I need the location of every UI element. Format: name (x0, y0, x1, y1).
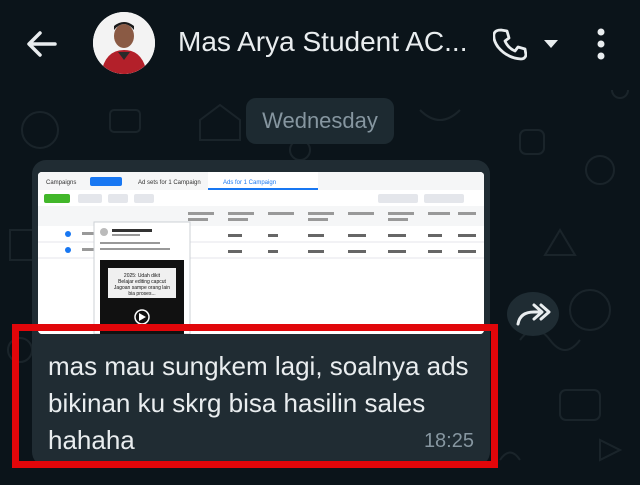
chat-header: Mas Arya Student AC... (0, 0, 640, 88)
avatar-image (93, 12, 155, 74)
day-separator: Wednesday (246, 98, 394, 144)
caret-down-icon (544, 40, 558, 48)
media-tab-adsets: Ad sets for 1 Campaign (138, 180, 201, 186)
media-tab-campaigns: Campaigns (46, 180, 76, 186)
call-options-dropdown[interactable] (540, 34, 562, 54)
contact-avatar[interactable] (93, 12, 155, 74)
arrow-left-icon (27, 31, 57, 57)
forward-icon (516, 303, 551, 326)
phone-icon (493, 28, 527, 61)
more-options-button[interactable] (588, 24, 614, 64)
more-vertical-icon (597, 28, 605, 60)
ads-manager-screenshot: Campaigns Ad sets for 1 Campaign Ads for… (38, 172, 484, 334)
back-button[interactable] (22, 26, 62, 62)
highlight-annotation (12, 324, 498, 468)
contact-name[interactable]: Mas Arya Student AC... (178, 26, 488, 58)
message-image[interactable]: Campaigns Ad sets for 1 Campaign Ads for… (38, 172, 484, 334)
chat-screen: Mas Arya Student AC... Wednesday Campaig… (0, 0, 640, 485)
svg-text:bia proses...: bia proses... (128, 291, 155, 297)
voice-call-button[interactable] (490, 24, 530, 64)
media-tab-ads: Ads for 1 Campaign (223, 180, 276, 186)
forward-button[interactable] (507, 292, 559, 336)
